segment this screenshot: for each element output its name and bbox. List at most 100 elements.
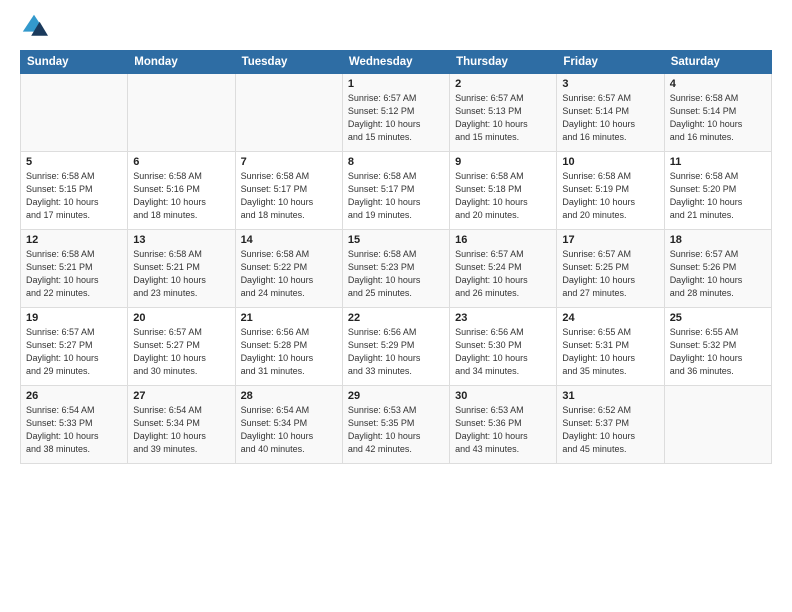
day-number: 20 bbox=[133, 312, 229, 324]
day-cell: 26Sunrise: 6:54 AM Sunset: 5:33 PM Dayli… bbox=[21, 386, 128, 464]
day-info: Sunrise: 6:54 AM Sunset: 5:34 PM Dayligh… bbox=[133, 404, 229, 456]
day-cell: 13Sunrise: 6:58 AM Sunset: 5:21 PM Dayli… bbox=[128, 230, 235, 308]
day-info: Sunrise: 6:53 AM Sunset: 5:36 PM Dayligh… bbox=[455, 404, 551, 456]
day-number: 25 bbox=[670, 312, 766, 324]
day-cell: 1Sunrise: 6:57 AM Sunset: 5:12 PM Daylig… bbox=[342, 74, 449, 152]
day-info: Sunrise: 6:57 AM Sunset: 5:25 PM Dayligh… bbox=[562, 248, 658, 300]
day-info: Sunrise: 6:58 AM Sunset: 5:17 PM Dayligh… bbox=[241, 170, 337, 222]
day-info: Sunrise: 6:58 AM Sunset: 5:18 PM Dayligh… bbox=[455, 170, 551, 222]
weekday-thursday: Thursday bbox=[450, 51, 557, 74]
day-number: 12 bbox=[26, 234, 122, 246]
day-cell bbox=[235, 74, 342, 152]
day-cell: 9 Sunrise: 6:58 AM Sunset: 5:18 PM Daylig… bbox=[450, 152, 557, 230]
day-info: Sunrise: 6:58 AM Sunset: 5:23 PM Dayligh… bbox=[348, 248, 444, 300]
day-number: 21 bbox=[241, 312, 337, 324]
day-number: 17 bbox=[562, 234, 658, 246]
day-cell: 6 Sunrise: 6:58 AM Sunset: 5:16 PM Daylig… bbox=[128, 152, 235, 230]
day-number: 16 bbox=[455, 234, 551, 246]
day-number: 9 bbox=[455, 156, 551, 168]
day-cell: 5Sunrise: 6:58 AM Sunset: 5:15 PM Daylig… bbox=[21, 152, 128, 230]
day-number: 26 bbox=[26, 390, 122, 402]
day-info: Sunrise: 6:58 AM Sunset: 5:19 PM Dayligh… bbox=[562, 170, 658, 222]
calendar: SundayMondayTuesdayWednesdayThursdayFrid… bbox=[20, 50, 772, 464]
day-number: 4 bbox=[670, 78, 766, 90]
day-cell bbox=[128, 74, 235, 152]
day-info: Sunrise: 6:57 AM Sunset: 5:13 PM Dayligh… bbox=[455, 92, 551, 144]
day-info: Sunrise: 6:58 AM Sunset: 5:17 PM Dayligh… bbox=[348, 170, 444, 222]
day-number: 30 bbox=[455, 390, 551, 402]
day-info: Sunrise: 6:55 AM Sunset: 5:31 PM Dayligh… bbox=[562, 326, 658, 378]
day-cell: 3 Sunrise: 6:57 AM Sunset: 5:14 PM Daylig… bbox=[557, 74, 664, 152]
day-number: 15 bbox=[348, 234, 444, 246]
logo bbox=[20, 16, 52, 40]
day-info: Sunrise: 6:57 AM Sunset: 5:26 PM Dayligh… bbox=[670, 248, 766, 300]
day-info: Sunrise: 6:58 AM Sunset: 5:15 PM Dayligh… bbox=[26, 170, 122, 222]
day-info: Sunrise: 6:58 AM Sunset: 5:16 PM Dayligh… bbox=[133, 170, 229, 222]
day-number: 14 bbox=[241, 234, 337, 246]
week-row-2: 12 Sunrise: 6:58 AM Sunset: 5:21 PM Dayli… bbox=[21, 230, 772, 308]
day-cell: 27Sunrise: 6:54 AM Sunset: 5:34 PM Dayli… bbox=[128, 386, 235, 464]
day-cell: 17 Sunrise: 6:57 AM Sunset: 5:25 PM Dayli… bbox=[557, 230, 664, 308]
day-cell: 21Sunrise: 6:56 AM Sunset: 5:28 PM Dayli… bbox=[235, 308, 342, 386]
day-cell: 22 Sunrise: 6:56 AM Sunset: 5:29 PM Dayli… bbox=[342, 308, 449, 386]
day-cell: 15 Sunrise: 6:58 AM Sunset: 5:23 PM Dayli… bbox=[342, 230, 449, 308]
day-number: 3 bbox=[562, 78, 658, 90]
weekday-header-row: SundayMondayTuesdayWednesdayThursdayFrid… bbox=[21, 51, 772, 74]
day-cell: 16 Sunrise: 6:57 AM Sunset: 5:24 PM Dayli… bbox=[450, 230, 557, 308]
day-number: 29 bbox=[348, 390, 444, 402]
day-info: Sunrise: 6:58 AM Sunset: 5:21 PM Dayligh… bbox=[26, 248, 122, 300]
day-cell: 24Sunrise: 6:55 AM Sunset: 5:31 PM Dayli… bbox=[557, 308, 664, 386]
day-number: 2 bbox=[455, 78, 551, 90]
day-number: 8 bbox=[348, 156, 444, 168]
day-number: 19 bbox=[26, 312, 122, 324]
day-cell: 25 Sunrise: 6:55 AM Sunset: 5:32 PM Dayli… bbox=[664, 308, 771, 386]
day-number: 10 bbox=[562, 156, 658, 168]
day-cell: 11Sunrise: 6:58 AM Sunset: 5:20 PM Dayli… bbox=[664, 152, 771, 230]
day-number: 18 bbox=[670, 234, 766, 246]
day-info: Sunrise: 6:58 AM Sunset: 5:20 PM Dayligh… bbox=[670, 170, 766, 222]
day-cell: 28 Sunrise: 6:54 AM Sunset: 5:34 PM Dayli… bbox=[235, 386, 342, 464]
weekday-tuesday: Tuesday bbox=[235, 51, 342, 74]
day-number: 7 bbox=[241, 156, 337, 168]
day-info: Sunrise: 6:56 AM Sunset: 5:29 PM Dayligh… bbox=[348, 326, 444, 378]
weekday-monday: Monday bbox=[128, 51, 235, 74]
day-info: Sunrise: 6:57 AM Sunset: 5:12 PM Dayligh… bbox=[348, 92, 444, 144]
day-cell bbox=[21, 74, 128, 152]
day-info: Sunrise: 6:57 AM Sunset: 5:27 PM Dayligh… bbox=[133, 326, 229, 378]
day-number: 31 bbox=[562, 390, 658, 402]
day-cell: 18 Sunrise: 6:57 AM Sunset: 5:26 PM Dayli… bbox=[664, 230, 771, 308]
day-cell: 30 Sunrise: 6:53 AM Sunset: 5:36 PM Dayli… bbox=[450, 386, 557, 464]
day-number: 28 bbox=[241, 390, 337, 402]
day-cell: 4 Sunrise: 6:58 AM Sunset: 5:14 PM Daylig… bbox=[664, 74, 771, 152]
weekday-friday: Friday bbox=[557, 51, 664, 74]
day-info: Sunrise: 6:58 AM Sunset: 5:22 PM Dayligh… bbox=[241, 248, 337, 300]
day-info: Sunrise: 6:53 AM Sunset: 5:35 PM Dayligh… bbox=[348, 404, 444, 456]
day-cell: 23Sunrise: 6:56 AM Sunset: 5:30 PM Dayli… bbox=[450, 308, 557, 386]
day-number: 23 bbox=[455, 312, 551, 324]
day-cell: 14 Sunrise: 6:58 AM Sunset: 5:22 PM Dayli… bbox=[235, 230, 342, 308]
day-cell: 10 Sunrise: 6:58 AM Sunset: 5:19 PM Dayli… bbox=[557, 152, 664, 230]
logo-icon bbox=[20, 12, 48, 40]
day-info: Sunrise: 6:57 AM Sunset: 5:14 PM Dayligh… bbox=[562, 92, 658, 144]
weekday-wednesday: Wednesday bbox=[342, 51, 449, 74]
day-info: Sunrise: 6:55 AM Sunset: 5:32 PM Dayligh… bbox=[670, 326, 766, 378]
day-info: Sunrise: 6:58 AM Sunset: 5:21 PM Dayligh… bbox=[133, 248, 229, 300]
day-info: Sunrise: 6:57 AM Sunset: 5:24 PM Dayligh… bbox=[455, 248, 551, 300]
week-row-0: 1Sunrise: 6:57 AM Sunset: 5:12 PM Daylig… bbox=[21, 74, 772, 152]
weekday-sunday: Sunday bbox=[21, 51, 128, 74]
week-row-4: 26Sunrise: 6:54 AM Sunset: 5:33 PM Dayli… bbox=[21, 386, 772, 464]
day-info: Sunrise: 6:58 AM Sunset: 5:14 PM Dayligh… bbox=[670, 92, 766, 144]
day-cell: 31 Sunrise: 6:52 AM Sunset: 5:37 PM Dayli… bbox=[557, 386, 664, 464]
week-row-3: 19 Sunrise: 6:57 AM Sunset: 5:27 PM Dayli… bbox=[21, 308, 772, 386]
day-number: 6 bbox=[133, 156, 229, 168]
day-cell: 29 Sunrise: 6:53 AM Sunset: 5:35 PM Dayli… bbox=[342, 386, 449, 464]
day-info: Sunrise: 6:54 AM Sunset: 5:34 PM Dayligh… bbox=[241, 404, 337, 456]
day-cell: 20 Sunrise: 6:57 AM Sunset: 5:27 PM Dayli… bbox=[128, 308, 235, 386]
day-info: Sunrise: 6:52 AM Sunset: 5:37 PM Dayligh… bbox=[562, 404, 658, 456]
day-cell bbox=[664, 386, 771, 464]
day-number: 22 bbox=[348, 312, 444, 324]
day-info: Sunrise: 6:57 AM Sunset: 5:27 PM Dayligh… bbox=[26, 326, 122, 378]
week-row-1: 5Sunrise: 6:58 AM Sunset: 5:15 PM Daylig… bbox=[21, 152, 772, 230]
page: SundayMondayTuesdayWednesdayThursdayFrid… bbox=[0, 0, 792, 612]
day-cell: 2 Sunrise: 6:57 AM Sunset: 5:13 PM Daylig… bbox=[450, 74, 557, 152]
